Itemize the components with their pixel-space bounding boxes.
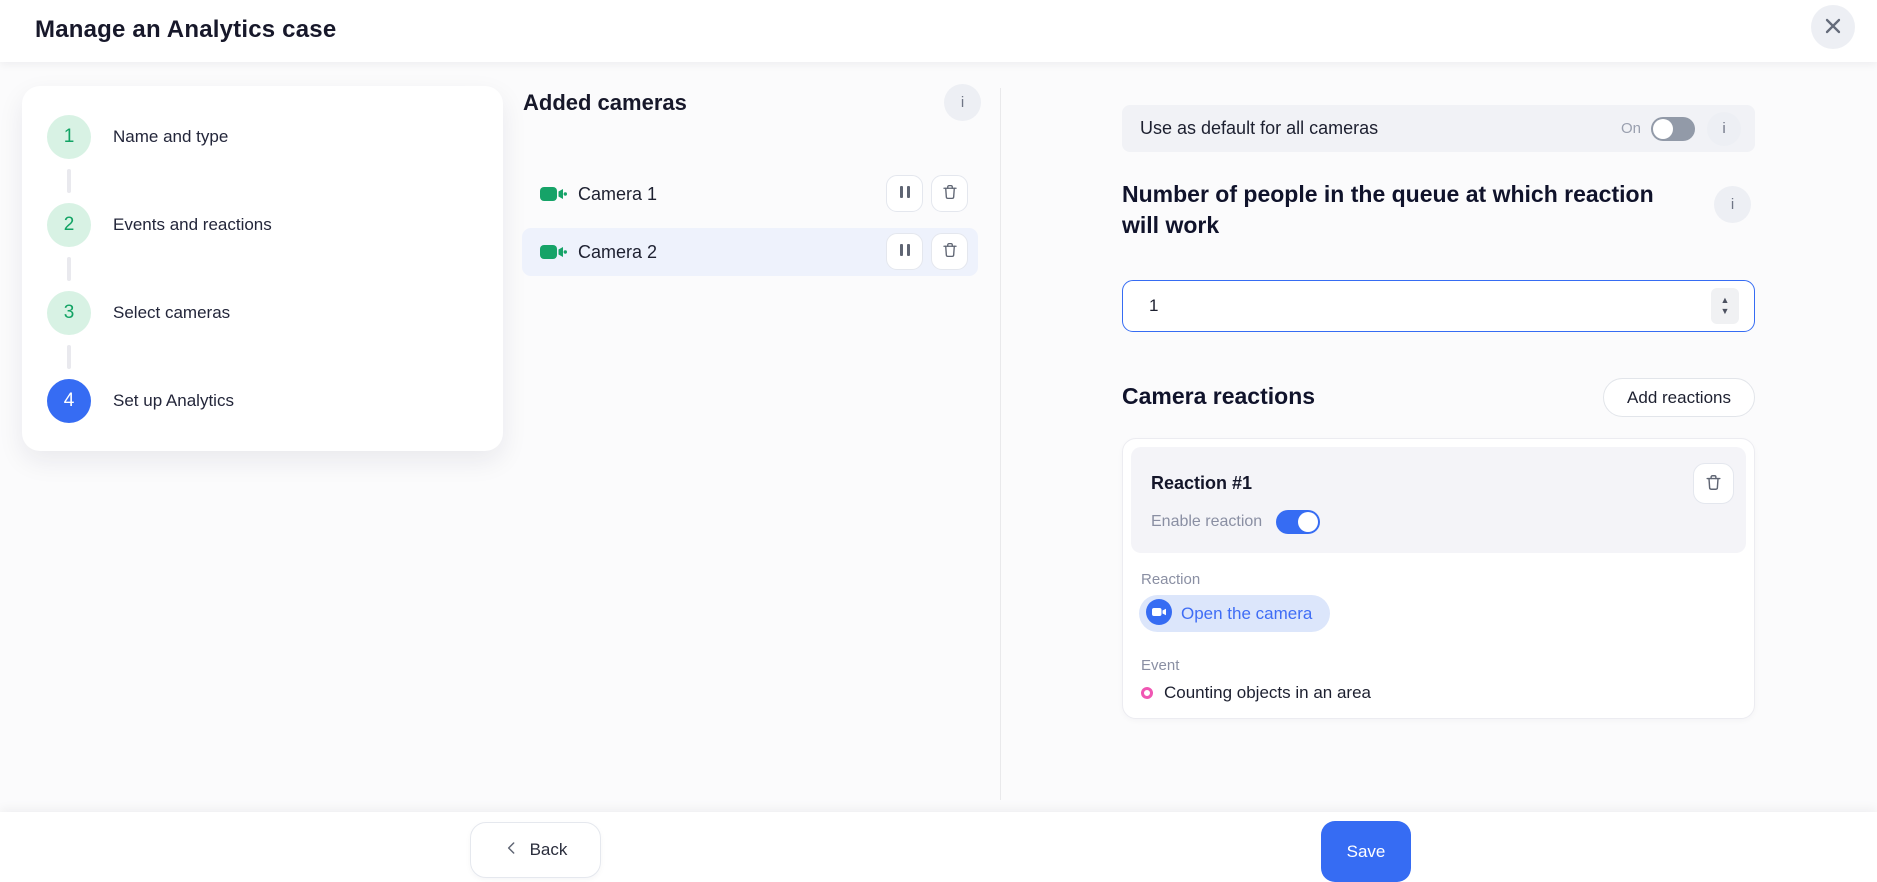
step-number: 3	[47, 291, 91, 335]
step-name-and-type[interactable]: 1 Name and type	[22, 115, 503, 159]
step-connector	[67, 169, 71, 193]
camera-row-1[interactable]: Camera 1	[522, 170, 978, 218]
camera-row-2[interactable]: Camera 2	[522, 228, 978, 276]
page-title: Manage an Analytics case	[35, 16, 336, 44]
close-button[interactable]	[1811, 5, 1855, 49]
default-toggle-info-button[interactable]: i	[1707, 112, 1741, 146]
queue-threshold-label: Number of people in the queue at which r…	[1122, 179, 1697, 241]
info-icon: i	[1731, 196, 1734, 213]
modal-footer: Back Save	[0, 812, 1877, 882]
camera-reactions-title: Camera reactions	[1122, 383, 1315, 410]
queue-threshold-field: ▲ ▼	[1122, 280, 1755, 332]
camera-name: Camera 1	[578, 184, 657, 205]
pause-camera-button[interactable]	[886, 175, 923, 212]
step-connector	[67, 257, 71, 281]
number-stepper[interactable]: ▲ ▼	[1711, 288, 1739, 324]
step-number: 4	[47, 379, 91, 423]
arrow-down-icon: ▼	[1721, 307, 1730, 316]
info-icon: i	[1722, 120, 1725, 137]
step-number: 2	[47, 203, 91, 247]
reaction-title: Reaction #1	[1151, 473, 1252, 494]
event-type-icon	[1141, 687, 1153, 699]
arrow-up-icon: ▲	[1721, 296, 1730, 305]
camera-icon	[540, 185, 567, 203]
step-select-cameras[interactable]: 3 Select cameras	[22, 291, 503, 335]
reaction-card-header: Reaction #1 Enable reaction	[1131, 447, 1746, 553]
save-button[interactable]: Save	[1321, 821, 1411, 882]
event-row: Counting objects in an area	[1141, 683, 1371, 703]
modal-header: Manage an Analytics case	[0, 0, 1877, 62]
back-button[interactable]: Back	[470, 822, 601, 878]
event-value-label: Counting objects in an area	[1164, 683, 1371, 703]
chevron-left-icon	[504, 840, 520, 861]
queue-threshold-info-button[interactable]: i	[1714, 186, 1751, 223]
enable-reaction-row: Enable reaction	[1151, 510, 1320, 534]
trash-icon	[1704, 473, 1723, 495]
delete-camera-button[interactable]	[931, 233, 968, 270]
camera-reaction-icon	[1146, 599, 1172, 628]
step-set-up-analytics[interactable]: 4 Set up Analytics	[22, 379, 503, 423]
add-reactions-button[interactable]: Add reactions	[1603, 378, 1755, 417]
camera-icon	[540, 243, 567, 261]
toggle-knob	[1298, 512, 1318, 532]
reaction-value-label: Open the camera	[1181, 604, 1312, 624]
default-for-all-cameras-toggle[interactable]	[1651, 117, 1695, 141]
toggle-state-label: On	[1621, 120, 1641, 137]
pause-icon	[899, 243, 911, 260]
trash-icon	[941, 241, 959, 262]
delete-reaction-button[interactable]	[1693, 463, 1734, 504]
queue-threshold-input[interactable]	[1122, 280, 1755, 332]
reaction-value-chip[interactable]: Open the camera	[1139, 595, 1330, 632]
step-label: Name and type	[113, 127, 228, 147]
enable-reaction-label: Enable reaction	[1151, 513, 1262, 531]
stepper: 1 Name and type 2 Events and reactions 3…	[22, 86, 503, 451]
delete-camera-button[interactable]	[931, 175, 968, 212]
reaction-field-label: Reaction	[1141, 571, 1200, 588]
modal-body: 1 Name and type 2 Events and reactions 3…	[0, 62, 1877, 812]
event-field-label: Event	[1141, 657, 1179, 674]
default-for-all-cameras-row: Use as default for all cameras On i	[1122, 105, 1755, 152]
pause-camera-button[interactable]	[886, 233, 923, 270]
added-cameras-title: Added cameras	[523, 90, 687, 116]
back-button-label: Back	[530, 840, 568, 860]
camera-reactions-header: Camera reactions Add reactions	[1122, 378, 1755, 418]
enable-reaction-toggle[interactable]	[1276, 510, 1320, 534]
added-cameras-info-button[interactable]: i	[944, 84, 981, 121]
step-number: 1	[47, 115, 91, 159]
step-label: Set up Analytics	[113, 391, 234, 411]
toggle-knob	[1653, 119, 1673, 139]
pause-icon	[899, 185, 911, 202]
panel-divider	[1000, 88, 1001, 800]
step-connector	[67, 345, 71, 369]
step-events-and-reactions[interactable]: 2 Events and reactions	[22, 203, 503, 247]
analytics-settings-panel: Use as default for all cameras On i Numb…	[1122, 62, 1755, 812]
added-cameras-panel: Added cameras i Camera 1	[522, 62, 1000, 812]
reaction-card: Reaction #1 Enable reaction Reaction Ope…	[1122, 438, 1755, 719]
info-icon: i	[961, 94, 964, 111]
step-label: Events and reactions	[113, 215, 272, 235]
step-label: Select cameras	[113, 303, 230, 323]
camera-name: Camera 2	[578, 242, 657, 263]
close-icon	[1824, 17, 1842, 38]
default-toggle-label: Use as default for all cameras	[1140, 118, 1621, 139]
trash-icon	[941, 183, 959, 204]
